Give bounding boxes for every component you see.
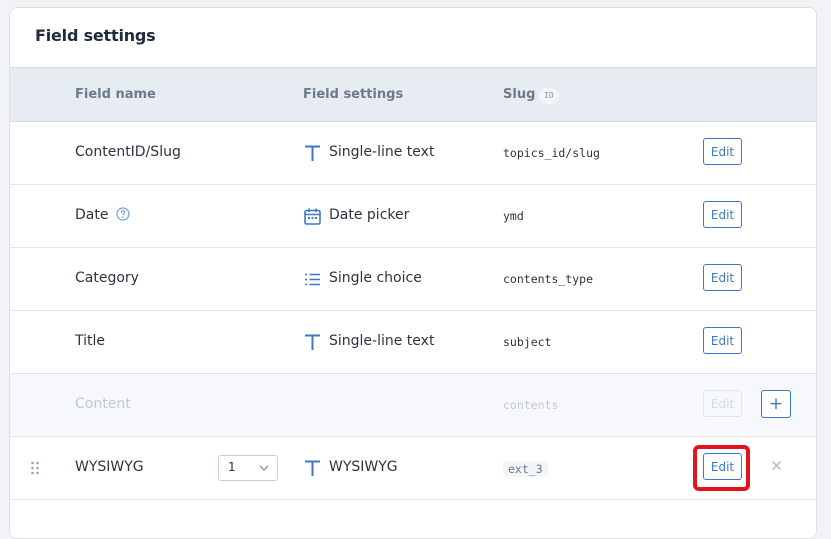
field-slug: subject <box>503 335 552 349</box>
field-slug: ext_3 <box>503 461 548 477</box>
header-field-settings: Field settings <box>303 87 404 102</box>
id-badge: ID <box>539 88 559 104</box>
select-value: 1 <box>228 460 236 474</box>
table-header: Field name Field settings Slug ID <box>10 67 816 122</box>
edit-button[interactable]: Edit <box>703 453 742 480</box>
fields-table: Field name Field settings Slug ID Conten… <box>10 67 816 538</box>
field-name: Date <box>75 207 109 223</box>
field-name: Title <box>75 333 106 349</box>
field-type: Single-line text <box>329 333 435 349</box>
list-icon <box>305 273 320 286</box>
field-type: Date picker <box>329 207 410 223</box>
field-type: Single-line text <box>329 144 435 160</box>
text-t-icon <box>305 334 320 350</box>
calendar-icon <box>304 208 321 225</box>
table-row: Content contents Edit + <box>10 374 816 437</box>
table-row: Date Date picker ymd Edit <box>10 185 816 248</box>
field-slug: topics_id/slug <box>503 146 600 160</box>
card-title: Field settings <box>35 26 156 45</box>
drag-handle-icon[interactable] <box>30 461 40 475</box>
field-name: ContentID/Slug <box>75 144 181 160</box>
field-type: Single choice <box>329 270 422 286</box>
field-name: Content <box>75 396 131 412</box>
add-field-button[interactable]: + <box>761 390 791 418</box>
edit-button[interactable]: Edit <box>703 327 742 354</box>
question-circle-icon[interactable] <box>116 207 130 221</box>
field-slug: contents_type <box>503 272 594 286</box>
edit-button[interactable]: Edit <box>703 201 742 228</box>
field-slug: ymd <box>503 209 524 223</box>
edit-button[interactable]: Edit <box>703 390 742 417</box>
table-row: WYSIWYG 1 WYSIWYG ext_3 Edit <box>10 437 816 500</box>
text-t-icon <box>305 145 320 161</box>
chevron-down-icon <box>259 465 269 471</box>
table-row: Category Single choice contents_type Edi… <box>10 248 816 311</box>
field-slug: contents <box>503 398 559 412</box>
table-row: Title Single-line text subject Edit <box>10 311 816 374</box>
header-slug: Slug <box>503 87 536 102</box>
field-settings-card: Field settings Field name Field settings… <box>9 7 817 539</box>
table-row <box>10 500 816 538</box>
field-type: WYSIWYG <box>329 459 398 475</box>
edit-button[interactable]: Edit <box>703 138 742 165</box>
field-name: WYSIWYG <box>75 459 144 475</box>
edit-button[interactable]: Edit <box>703 264 742 291</box>
table-row: ContentID/Slug Single-line text topics_i… <box>10 122 816 185</box>
field-name: Category <box>75 270 139 286</box>
header-field-name: Field name <box>75 87 156 102</box>
close-icon[interactable] <box>771 460 782 471</box>
count-select[interactable]: 1 <box>218 455 278 481</box>
text-t-icon <box>305 460 320 476</box>
